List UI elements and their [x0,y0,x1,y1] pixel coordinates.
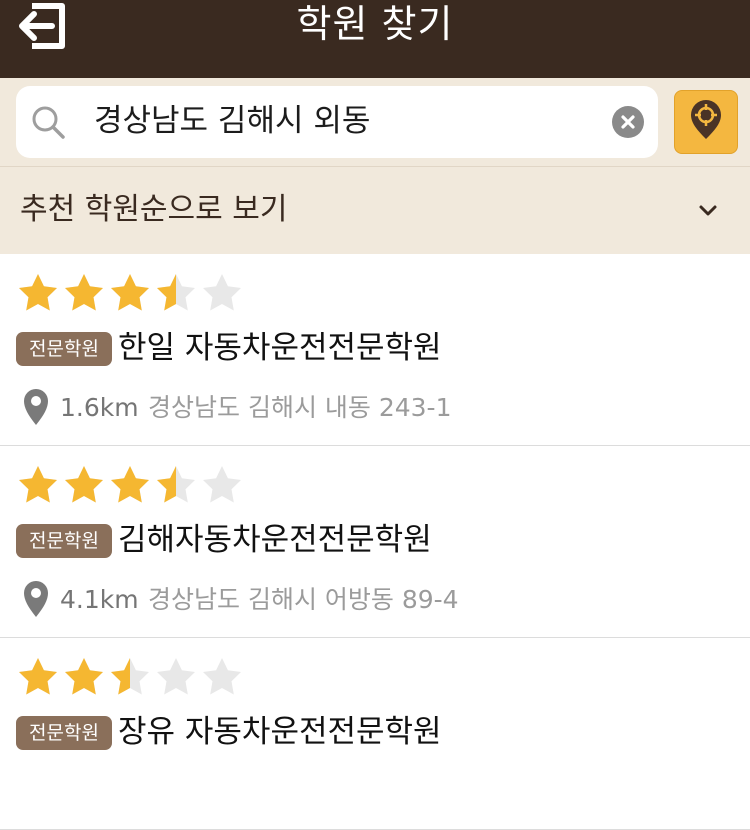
star-icon [19,658,57,695]
locate-pin-icon [691,100,721,139]
star-icon [19,466,57,503]
distance-text: 4.1km [60,585,139,614]
star-icon [157,274,195,311]
academy-name: 김해자동차운전전문학원 [118,522,432,558]
search-bar: 경상남도 김해시 외동 [0,78,750,167]
academy-name: 한일 자동차운전전문학원 [118,330,442,366]
star-icon [111,274,149,311]
academy-name: 장유 자동차운전전문학원 [118,714,442,750]
star-icon [65,658,103,695]
search-input[interactable]: 경상남도 김해시 외동 [16,86,658,158]
list-item[interactable]: 전문학원 한일 자동차운전전문학원 1.6km 경상남도 김해시 내동 243-… [0,254,750,446]
star-icon [19,274,57,311]
search-icon [32,106,65,139]
star-icon [157,658,195,695]
clear-icon [621,115,635,129]
page-title: 학원 찾기 [296,2,454,46]
academy-list: 전문학원 한일 자동차운전전문학원 1.6km 경상남도 김해시 내동 243-… [0,254,750,830]
search-value[interactable]: 경상남도 김해시 외동 [94,86,370,158]
sort-label: 추천 학원순으로 보기 [20,192,288,227]
location-pin-icon [24,389,48,425]
star-icon [65,274,103,311]
list-item[interactable]: 전문학원 장유 자동차운전전문학원 [0,638,750,830]
star-icon [203,658,241,695]
star-icon [111,658,149,695]
list-item[interactable]: 전문학원 김해자동차운전전문학원 4.1km 경상남도 김해시 어방동 89-4 [0,446,750,638]
distance-text: 1.6km [60,393,139,422]
current-location-button[interactable] [674,90,738,154]
star-icon [203,466,241,503]
address-text: 경상남도 김해시 어방동 89-4 [148,585,459,614]
location-pin-icon [24,581,48,617]
address-text: 경상남도 김해시 내동 243-1 [148,393,452,422]
star-icon [203,274,241,311]
app-header: 학원 찾기 [0,0,750,78]
category-badge: 전문학원 [16,716,112,750]
clear-button[interactable] [612,106,644,138]
chevron-down-icon [699,205,717,216]
category-badge: 전문학원 [16,524,112,558]
sort-dropdown[interactable]: 추천 학원순으로 보기 [0,167,750,254]
star-icon [157,466,195,503]
star-icon [111,466,149,503]
category-badge: 전문학원 [16,332,112,366]
star-icon [65,466,103,503]
